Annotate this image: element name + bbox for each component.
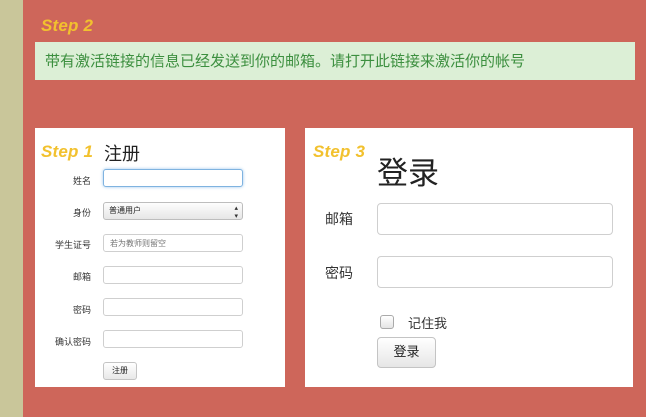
confirm-password-label: 确认密码 xyxy=(54,338,91,348)
identity-selected-value: 普通用户 xyxy=(109,206,141,215)
name-input[interactable] xyxy=(103,169,243,187)
identity-label: 身份 xyxy=(72,209,91,219)
identity-select[interactable]: 普通用户 ▴ ▾ xyxy=(103,202,243,220)
password-input[interactable] xyxy=(103,298,243,316)
email-label: 邮箱 xyxy=(72,273,91,283)
login-button[interactable]: 登录 xyxy=(377,337,436,368)
remember-me-label: 记住我 xyxy=(408,317,448,332)
activation-notice: 带有激活链接的信息已经发送到你的邮箱。请打开此链接来激活你的帐号 xyxy=(35,42,635,80)
confirm-password-input[interactable] xyxy=(103,330,243,348)
name-label: 姓名 xyxy=(72,177,91,187)
student-id-label: 学生证号 xyxy=(54,241,91,251)
left-side-strip xyxy=(0,0,23,417)
login-email-input[interactable] xyxy=(377,203,613,235)
student-id-input[interactable] xyxy=(103,234,243,252)
register-button[interactable]: 注册 xyxy=(103,362,137,380)
activation-notice-text: 带有激活链接的信息已经发送到你的邮箱。请打开此链接来激活你的帐号 xyxy=(45,52,526,70)
select-arrows-icon: ▴ ▾ xyxy=(234,204,238,220)
step1-label: Step 1 xyxy=(41,142,94,161)
password-label: 密码 xyxy=(72,306,91,316)
email-input[interactable] xyxy=(103,266,243,284)
remember-me-checkbox[interactable] xyxy=(380,315,394,329)
step3-label: Step 3 xyxy=(313,142,366,161)
login-title: 登录 xyxy=(377,156,439,192)
login-panel: Step 3 登录 邮箱 密码 记住我 登录 xyxy=(305,128,633,387)
login-email-label: 邮箱 xyxy=(325,212,353,228)
register-panel: Step 1 注册 姓名 身份 普通用户 ▴▾ 学生证号 邮箱 密码 确认密码 … xyxy=(35,128,285,387)
login-password-input[interactable] xyxy=(377,256,613,288)
register-title: 注册 xyxy=(104,144,140,165)
step2-label: Step 2 xyxy=(41,16,94,35)
login-password-label: 密码 xyxy=(325,266,353,282)
